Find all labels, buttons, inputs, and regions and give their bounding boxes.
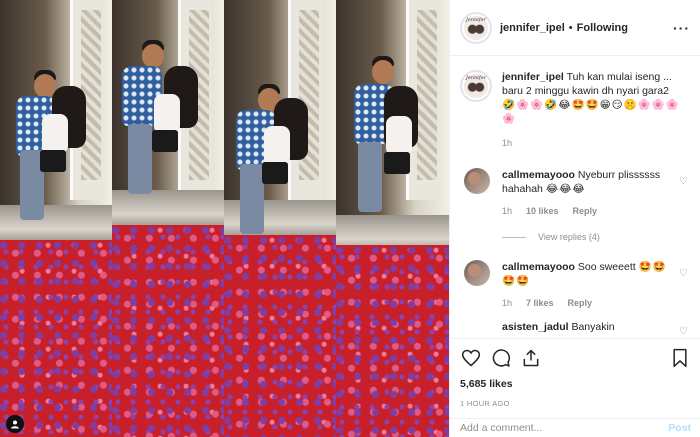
avatar-logo-text: Jennifer [465,16,487,23]
likes-count[interactable]: 5,685 likes [460,378,691,390]
header-username[interactable]: jennifer_ipel [500,22,565,34]
share-icon[interactable] [520,347,542,369]
add-comment-input[interactable] [460,422,669,434]
photo-frame-4 [336,0,449,437]
comment-likes[interactable]: 10 likes [526,204,559,218]
comments-section[interactable]: Jennifer jennifer_ipel Tuh kan mulai ise… [450,56,700,338]
instagram-post-view: Jennifer jennifer_ipel • Following ··· J… [0,0,700,437]
comment-item: callmemayooo Nyeburr plissssss hahahah 😂… [460,168,690,218]
comment-like-heart-icon[interactable]: ♡ [679,268,688,279]
comment-like-heart-icon[interactable]: ♡ [679,326,688,337]
caption-time[interactable]: 1h [502,136,682,150]
following-button[interactable]: Following [577,22,628,34]
comment-body: asisten_jadul Banyakin [502,320,672,334]
user-tag-icon[interactable] [6,415,24,433]
more-options-icon[interactable]: ··· [673,20,690,36]
comment-likes[interactable]: 7 likes [526,296,554,310]
photo-frame-2 [112,0,225,437]
reply-button[interactable]: Reply [568,296,593,310]
post-sidebar: Jennifer jennifer_ipel • Following ··· J… [449,0,700,437]
action-icons [460,347,691,369]
caption-body: jennifer_ipel Tuh kan mulai iseng ... ba… [502,70,682,150]
comment-text: Soo sweeett [577,261,636,273]
replies-divider [502,236,526,238]
comment-body: callmemayooo Nyeburr plissssss hahahah 😂… [502,168,672,218]
caption-username[interactable]: jennifer_ipel [502,71,564,83]
profile-avatar[interactable]: Jennifer [460,11,492,44]
add-comment-bar: Post [450,418,700,437]
reply-button[interactable]: Reply [573,204,598,218]
photo-frame-1 [0,0,113,437]
comment-body: callmemayooo Soo sweeett 🤩🤩🤩🤩 1h 7 likes… [502,260,672,310]
comment-username[interactable]: callmemayooo [502,261,575,273]
header-separator: • [568,21,573,34]
comment-like-heart-icon[interactable]: ♡ [679,176,688,187]
comment-item: callmemayooo Soo sweeett 🤩🤩🤩🤩 1h 7 likes… [460,260,690,310]
comment-time[interactable]: 1h [502,204,512,218]
post-timestamp[interactable]: 1 HOUR AGO [460,399,691,408]
comment-item: asisten_jadul Banyakin ♡ [460,320,690,337]
comment-username[interactable]: callmemayooo [502,169,575,181]
commenter-avatar[interactable] [464,168,490,194]
comment-username[interactable]: asisten_jadul [502,321,569,333]
view-replies-label: View replies (4) [538,232,600,242]
comment-text: Banyakin [571,321,615,333]
caption-emojis: 🤣🌸🌸🤣😂🤩🤩😁😏🤫🌸🌸🌸🌸 [502,99,680,125]
view-replies-button[interactable]: View replies (4) [502,232,690,242]
comment-time[interactable]: 1h [502,296,512,310]
post-comment-button[interactable]: Post [668,422,691,434]
heart-icon[interactable] [460,347,482,369]
post-photo[interactable] [0,0,449,437]
photo-frame-3 [224,0,337,437]
commenter-avatar[interactable] [464,260,490,286]
comment-icon[interactable] [490,347,512,369]
post-header: Jennifer jennifer_ipel • Following ··· [450,0,700,56]
caption-avatar[interactable]: Jennifer [460,70,492,102]
caption-avatar-logo-text: Jennifer [465,75,487,81]
bookmark-icon[interactable] [669,347,691,369]
comment-meta: 1h 10 likes Reply [502,204,672,218]
comment-emojis: 😂😂😂 [545,183,586,195]
caption: Jennifer jennifer_ipel Tuh kan mulai ise… [460,70,690,150]
post-actions: 5,685 likes 1 HOUR AGO [450,338,700,418]
comment-meta: 1h 7 likes Reply [502,296,672,310]
